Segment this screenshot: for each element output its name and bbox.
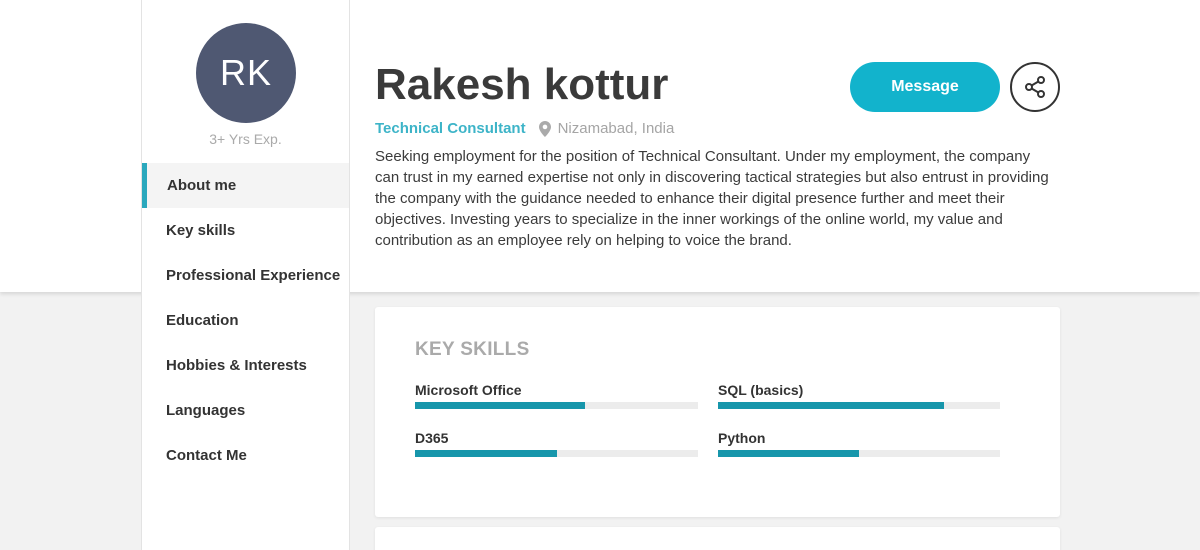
avatar: RK <box>196 23 296 123</box>
sidebar: RK 3+ Yrs Exp. About me Key skills Profe… <box>141 0 350 550</box>
skill-name: D365 <box>415 430 449 446</box>
skill-bar-fill <box>718 450 859 457</box>
sidebar-item-key-skills[interactable]: Key skills <box>142 208 349 253</box>
sidebar-item-label: Contact Me <box>166 447 247 464</box>
share-button[interactable] <box>1010 62 1060 112</box>
profile-subline: Technical Consultant Nizamabad, India <box>375 120 674 137</box>
sidebar-nav: About me Key skills Professional Experie… <box>142 163 349 478</box>
skill-item: Python <box>718 429 1000 457</box>
sidebar-item-label: Hobbies & Interests <box>166 357 307 374</box>
sidebar-item-education[interactable]: Education <box>142 298 349 343</box>
experience-label: 3+ Yrs Exp. <box>209 131 282 147</box>
skill-name: Python <box>718 430 766 446</box>
sidebar-item-languages[interactable]: Languages <box>142 388 349 433</box>
sidebar-item-hobbies-interests[interactable]: Hobbies & Interests <box>142 343 349 388</box>
share-icon <box>1025 76 1045 98</box>
key-skills-title: KEY SKILLS <box>415 339 530 360</box>
skill-bar-fill <box>718 402 944 409</box>
avatar-initials: RK <box>219 52 272 93</box>
skill-bar <box>415 402 698 409</box>
sidebar-item-professional-experience[interactable]: Professional Experience <box>142 253 349 298</box>
skill-name: SQL (basics) <box>718 382 804 398</box>
location-pin-icon <box>538 120 551 137</box>
skill-bar <box>718 450 1000 457</box>
profile-name: Rakesh kottur <box>375 60 669 109</box>
sidebar-item-label: Key skills <box>166 222 236 239</box>
profile-role: Technical Consultant <box>375 120 526 137</box>
next-section-card <box>375 527 1060 550</box>
skill-bar <box>718 402 1000 409</box>
profile-location: Nizamabad, India <box>557 120 675 137</box>
skill-bar-fill <box>415 402 585 409</box>
profile-bio: Seeking employment for the position of T… <box>375 148 1049 249</box>
skill-name: Microsoft Office <box>415 382 522 398</box>
skill-item: D365 <box>415 429 698 457</box>
skill-bar <box>415 450 698 457</box>
sidebar-item-label: About me <box>167 177 237 194</box>
message-button-label: Message <box>891 78 959 95</box>
message-button[interactable]: Message <box>850 62 1000 112</box>
sidebar-item-label: Languages <box>166 402 246 419</box>
sidebar-item-label: Professional Experience <box>166 267 341 284</box>
sidebar-item-contact-me[interactable]: Contact Me <box>142 433 349 478</box>
key-skills-card: KEY SKILLS Microsoft Office SQL (basics)… <box>375 307 1060 517</box>
skill-item: SQL (basics) <box>718 381 1000 409</box>
sidebar-item-label: Education <box>166 312 239 329</box>
skill-bar-fill <box>415 450 557 457</box>
skill-item: Microsoft Office <box>415 381 698 409</box>
sidebar-item-about-me[interactable]: About me <box>142 163 349 208</box>
